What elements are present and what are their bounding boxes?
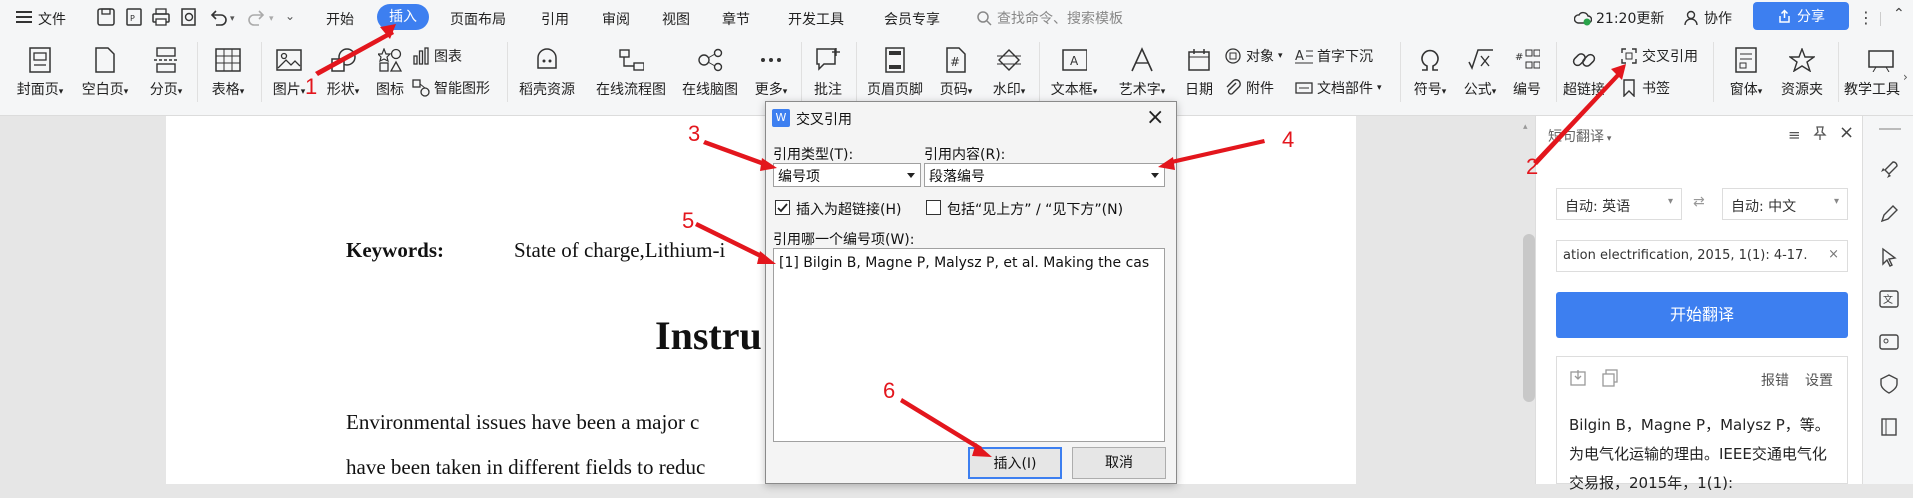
annotation-arrows [315,24,1626,457]
annotation-arrow-5-head [757,251,776,264]
annotation-number-3: 3 [688,121,701,146]
annotation-number-1: 1 [305,74,318,99]
annotation-arrow-3 [703,140,768,167]
annotation-number-6: 6 [883,378,896,403]
annotation-arrow-3-head [760,158,777,171]
annotation-arrow-6 [900,398,982,451]
annotation-number-4: 4 [1282,127,1295,152]
annotation-arrow-5 [695,222,766,260]
annotation-number-5: 5 [682,208,695,233]
annotation-arrow-4-head [1158,157,1175,170]
annotation-arrow-1 [315,30,394,76]
annotation-arrow-2 [1533,72,1621,165]
annotation-number-2: 2 [1526,154,1539,179]
annotation-arrow-4 [1171,139,1265,164]
